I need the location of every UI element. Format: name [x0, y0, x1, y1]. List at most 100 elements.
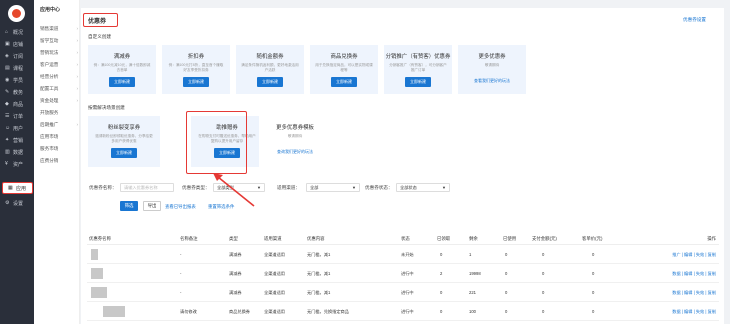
app-icon: ▦: [8, 185, 13, 191]
row-actions[interactable]: 数据 | 编辑 | 失效 | 复制: [672, 271, 716, 277]
subscribe-icon: ◈: [5, 53, 9, 59]
coupon-name-input[interactable]: 请输入优惠券名称: [120, 183, 174, 192]
nav-item-asset[interactable]: ¥ 资产: [0, 158, 34, 170]
home-icon: ⌂: [5, 29, 9, 35]
card-random-amount: 随机金额券 满足条件随机返利额，更好地激活用户活跃 立即新建: [236, 45, 304, 94]
subnav-item[interactable]: 后期推广 ›: [40, 122, 78, 128]
subnav-item[interactable]: 销售渠道 ›: [40, 26, 78, 32]
coupon-thumbnail: [91, 287, 107, 298]
create-full-reduction-button[interactable]: 立即新建: [109, 77, 135, 87]
asset-icon: ¥: [5, 161, 8, 167]
coupon-name-label: 优惠券名称：: [89, 185, 117, 190]
user-icon: ◉: [5, 77, 10, 83]
main-content: 优惠券 优惠券设置 自定义创建 满减券 例：满100元减10元，满十倍数即减去首…: [81, 8, 724, 324]
chevron-right-icon: ›: [76, 62, 78, 67]
sub-nav: 应用中心 销售渠道 › 留学互动 › 营销玩法 › 客户运营 › 经营分析 › 配置工具 ›…: [34, 0, 80, 324]
subnav-item[interactable]: 客户运营 ›: [40, 62, 78, 68]
row-actions[interactable]: 推广 | 编辑 | 失效 | 复制: [672, 252, 716, 258]
subnav-item[interactable]: 应费分销: [40, 158, 78, 164]
nav-item-settings[interactable]: ⚙ 设置: [0, 197, 34, 209]
left-nav: ⌂ 概况 ▣ 店铺 ◈ 订阅 ▤ 课程 ◉ 学员 ✎ 教务 ◆ 商品 ☰ 订单 ☺ 用户 ✦ 营销 …: [0, 0, 34, 324]
nav-item-order[interactable]: ☰ 订单: [0, 110, 34, 122]
card-discount: 折扣券 例：满100元打8折，直至首个赚取好友享受折扣券 立即新建: [162, 45, 230, 94]
coupon-thumbnail: [103, 306, 125, 317]
subnav-item[interactable]: 营销玩法 ›: [40, 50, 78, 56]
channel-select[interactable]: 全部 ▼: [306, 183, 360, 192]
reset-filter-link[interactable]: 重置筛选条件: [208, 204, 234, 210]
coupon-thumbnail: [91, 268, 103, 279]
nav-item-goods[interactable]: ◆ 商品: [0, 98, 34, 110]
create-discount-button[interactable]: 立即新建: [183, 77, 209, 87]
create-exchange-button[interactable]: 立即新建: [331, 77, 357, 87]
nav-item-course[interactable]: ▤ 课程: [0, 62, 34, 74]
subnav-item[interactable]: 经营分析 ›: [40, 74, 78, 80]
card-fans-fission: 粉丝裂变享券 邀请新粉丝即领取优惠券，分享给更多用户获得优惠 立即新建: [88, 116, 160, 167]
nav-item-app[interactable]: ▦ 应用: [2, 182, 33, 194]
logo[interactable]: [8, 5, 25, 22]
course-icon: ▤: [5, 65, 10, 71]
coupon-settings-link[interactable]: 优惠券设置: [683, 17, 706, 23]
nav-item-education[interactable]: ✎ 教务: [0, 86, 34, 98]
table-row: - 满减券 全渠道适用 无门槛，减1 进行中 2 19998 0 0 0 数据 …: [87, 265, 719, 283]
page-title: 优惠券: [83, 13, 118, 27]
nav-item-student[interactable]: ◉ 学员: [0, 74, 34, 86]
store-icon: ▣: [5, 41, 10, 47]
highlight-box: [186, 111, 247, 174]
marketing-icon: ✦: [5, 137, 10, 143]
caret-down-icon: ▼: [442, 185, 446, 190]
coupon-status-select[interactable]: 全部状态 ▼: [396, 183, 450, 192]
table-header: 优惠券名称 名称备注 类型 适用渠道 优惠内容 状态 已领取 剩余 已使用 支付…: [87, 232, 719, 245]
card-full-reduction: 满减券 例：满100元减10元，满十倍数即减去首单 立即新建: [88, 45, 156, 94]
nav-item-marketing[interactable]: ✦ 营销: [0, 134, 34, 146]
table-row: 请勿修改 商品兑换券 全渠道适用 无门槛，兑换指定商品 进行中 0 100 0 …: [87, 303, 719, 321]
nav-item-data[interactable]: ▥ 数据: [0, 146, 34, 158]
row-actions[interactable]: 数据 | 编辑 | 失效 | 复制: [672, 309, 716, 315]
section-scenario-title: 按需解决场景创建: [88, 105, 125, 110]
subnav-item[interactable]: 资金处理 ›: [40, 98, 78, 104]
chevron-right-icon: ›: [76, 122, 78, 127]
subnav-item[interactable]: 应用市场: [40, 134, 78, 140]
search-button[interactable]: 筛选: [120, 201, 138, 211]
card-more-coupons: 更多优惠券 敬请期待 查看我们更好的玩法: [458, 45, 526, 94]
caret-down-icon: ▼: [257, 185, 261, 190]
goods-icon: ◆: [5, 101, 9, 107]
caret-down-icon: ▼: [352, 185, 356, 190]
order-icon: ☰: [5, 113, 10, 119]
nav-item-subscribe[interactable]: ◈ 订阅: [0, 50, 34, 62]
nav-item-users[interactable]: ☺ 用户: [0, 122, 34, 134]
chevron-right-icon: ›: [76, 74, 78, 79]
chevron-right-icon: ›: [76, 26, 78, 31]
chevron-right-icon: ›: [76, 86, 78, 91]
settings-icon: ⚙: [5, 200, 10, 206]
subnav-item[interactable]: 留学互动 ›: [40, 38, 78, 44]
card-distribution: 分销推广（有赞客）优惠券 分销客推广（有赞客），可分销客户推广订单 立即新建: [384, 45, 452, 94]
users-icon: ☺: [5, 125, 11, 131]
card-more-templates: 更多优惠券模板 敬请期待 查询我们更好的玩法: [259, 116, 331, 167]
card-exchange: 商品兑换券 用于兑换指定商品，可以是实物或课程等 立即新建: [310, 45, 378, 94]
coupon-type-select[interactable]: 全部类型 ▼: [213, 183, 265, 192]
education-icon: ✎: [5, 89, 10, 95]
subnav-item[interactable]: 服务市场: [40, 146, 78, 152]
subnav-item[interactable]: 配置工具 ›: [40, 86, 78, 92]
subnav-title: 应用中心: [40, 7, 61, 13]
export-button[interactable]: 导出: [143, 201, 161, 211]
coupon-status-label: 优惠券状态：: [365, 185, 393, 190]
nav-item-store[interactable]: ▣ 店铺: [0, 38, 34, 50]
more-templates-link[interactable]: 查询我们更好的玩法: [277, 149, 313, 155]
subnav-item[interactable]: 开放服务: [40, 110, 78, 116]
table-row: - 满减券 全渠道适用 无门槛，减1 进行中 0 221 0 0 0 数据 | …: [87, 284, 719, 302]
chevron-right-icon: ›: [76, 98, 78, 103]
create-fans-fission-button[interactable]: 立即新建: [111, 148, 137, 158]
create-random-button[interactable]: 立即新建: [257, 77, 283, 87]
table-row: - 满减券 全渠道适用 无门槛，减1 未开始 0 1 0 0 0 推广 | 编辑…: [87, 246, 719, 264]
nav-item-overview[interactable]: ⌂ 概况: [0, 26, 34, 38]
chevron-right-icon: ›: [76, 38, 78, 43]
coupon-type-label: 优惠券类型：: [182, 185, 210, 190]
export-report-link[interactable]: 查看已导出报表: [165, 204, 196, 210]
more-coupons-link[interactable]: 查看我们更好的玩法: [474, 78, 510, 84]
section-custom-title: 自定义创建: [88, 34, 111, 39]
data-icon: ▥: [5, 149, 10, 155]
row-actions[interactable]: 数据 | 编辑 | 失效 | 复制: [672, 290, 716, 296]
coupon-thumbnail: [91, 249, 98, 260]
create-distribution-button[interactable]: 立即新建: [405, 77, 431, 87]
